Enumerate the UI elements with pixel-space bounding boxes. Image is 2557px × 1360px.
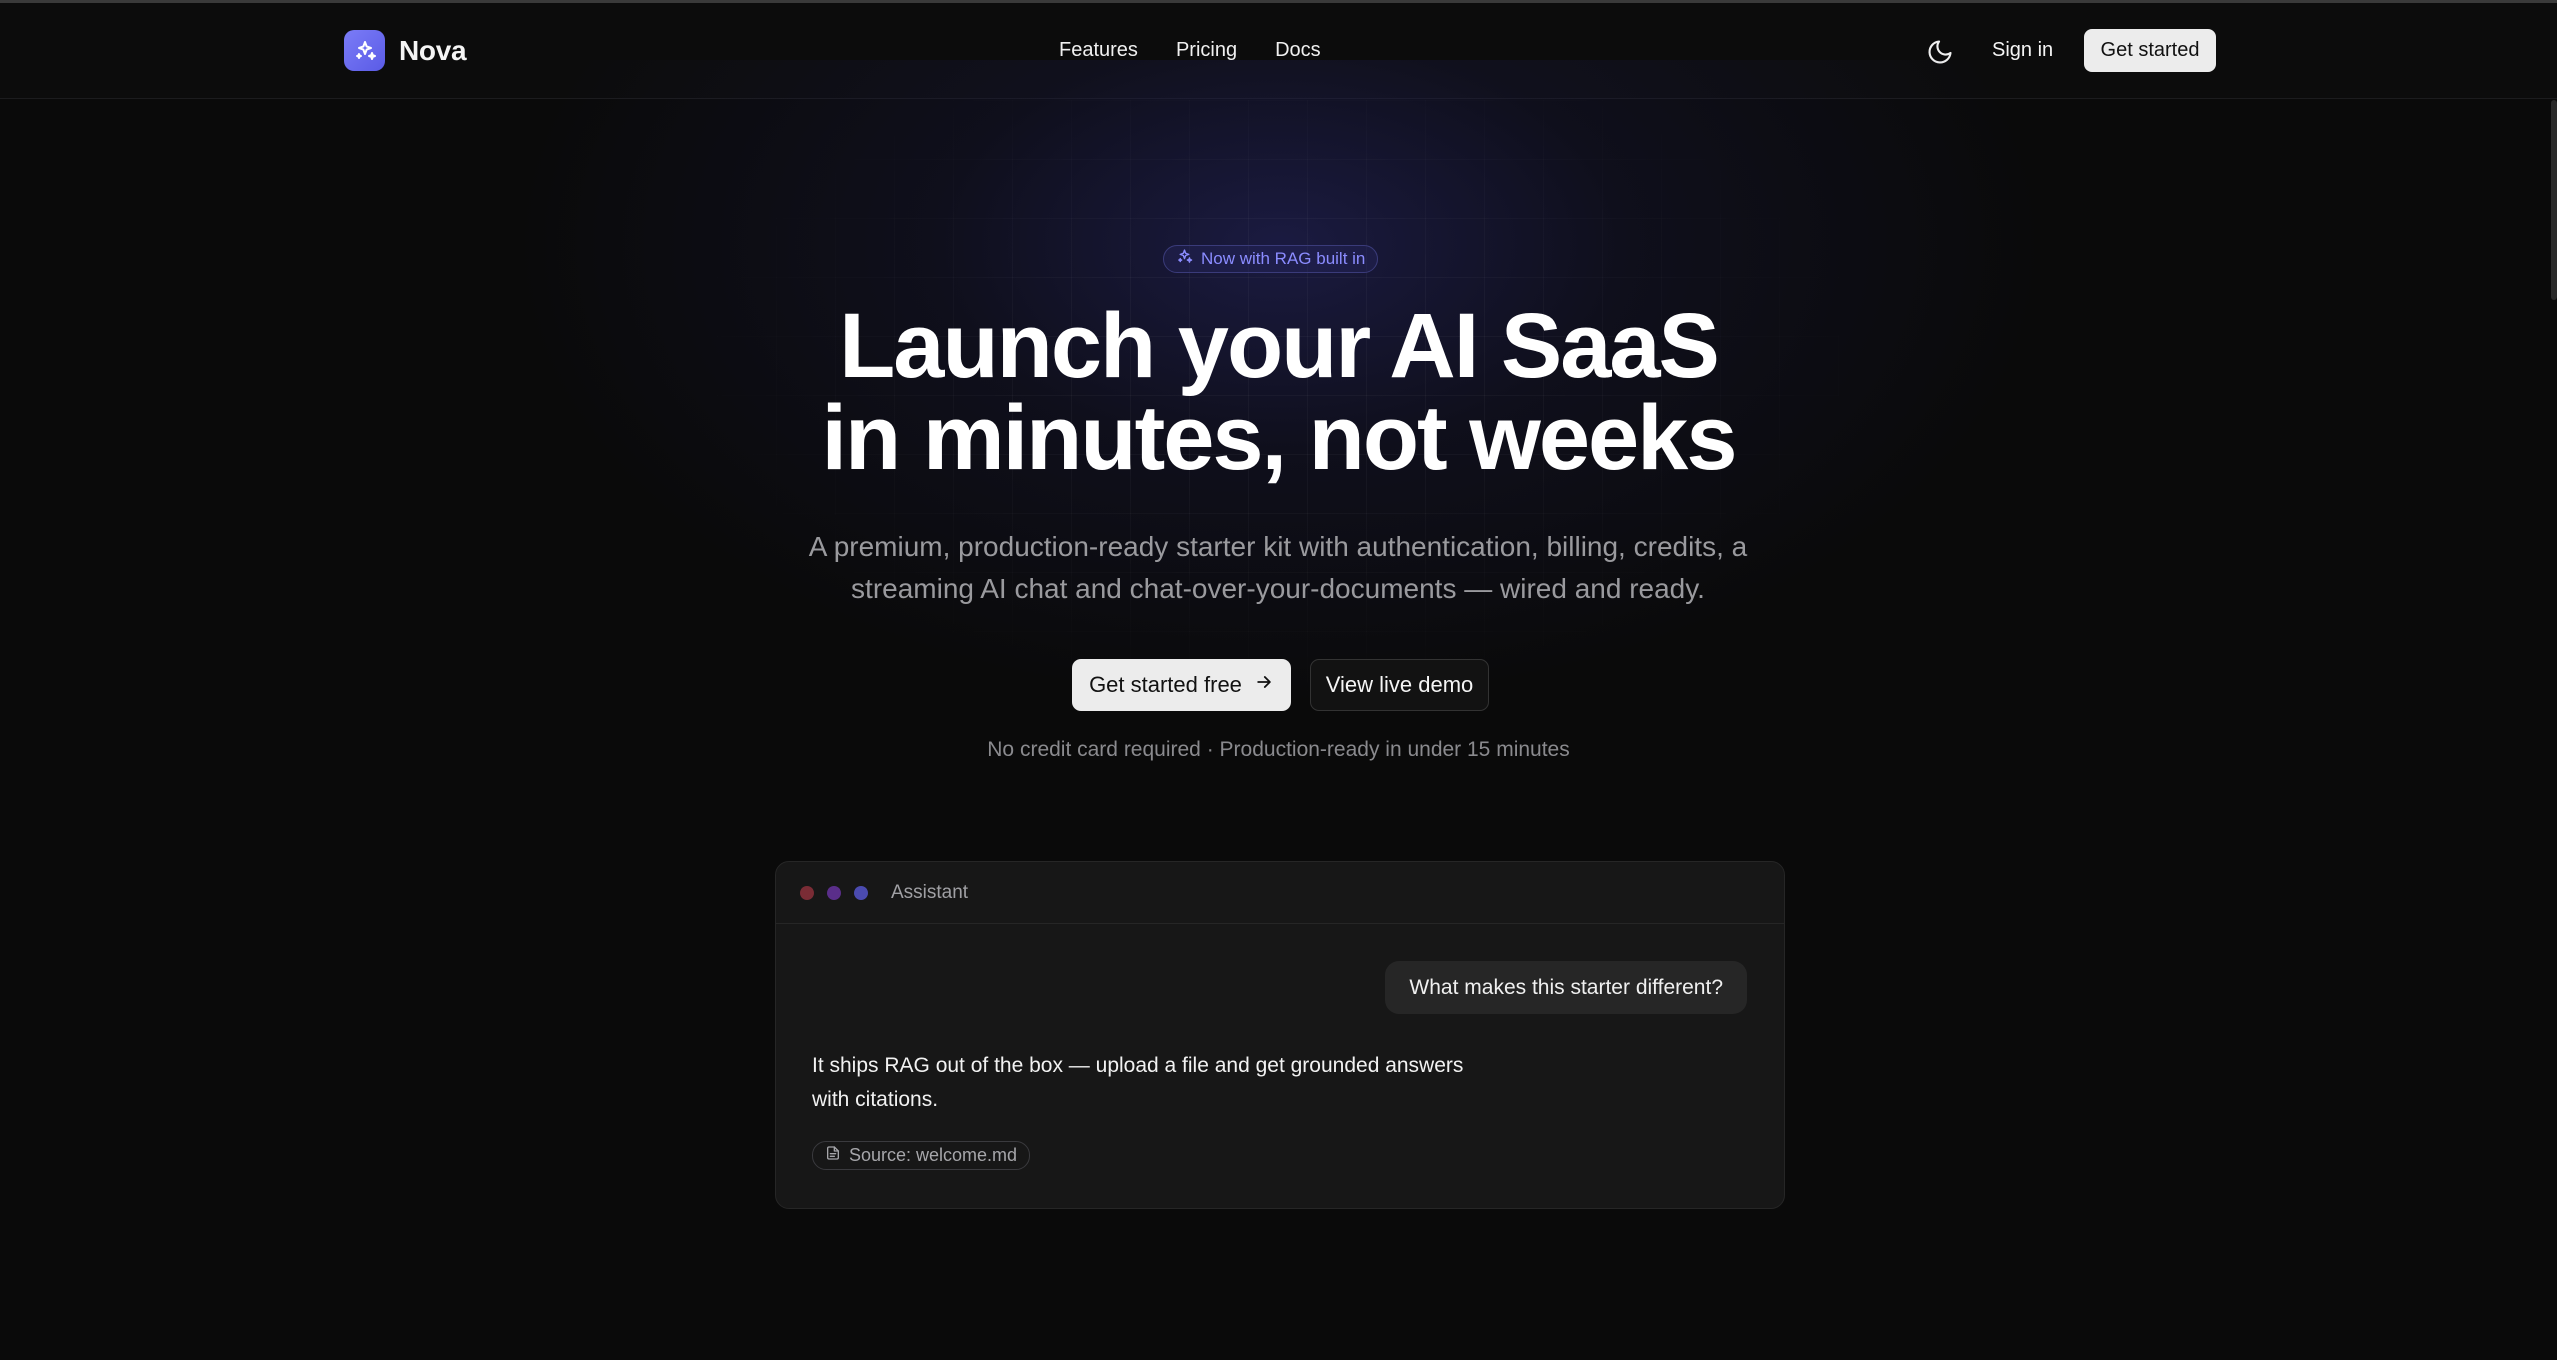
hero-cta-row: Get started free View live demo	[1072, 659, 1489, 711]
subtitle-line-1: A premium, production-ready starter kit …	[808, 531, 1748, 562]
chat-card-header: Assistant	[776, 862, 1784, 924]
headline-line-2: in minutes, not weeks	[821, 387, 1738, 489]
chat-preview-card: Assistant What makes this starter differ…	[775, 861, 1785, 1209]
get-started-button[interactable]: Get started	[2084, 29, 2216, 72]
landing-page: Nova Features Pricing Docs Sign in Get s…	[0, 0, 2557, 1360]
brand-logo[interactable]: Nova	[344, 30, 467, 71]
window-dot-indigo	[854, 885, 868, 900]
get-started-free-button[interactable]: Get started free	[1072, 659, 1291, 711]
hero-note: No credit card required · Production-rea…	[987, 738, 1570, 761]
user-message: What makes this starter different?	[1385, 961, 1747, 1014]
nav-pricing[interactable]: Pricing	[1176, 39, 1237, 62]
main-nav: Features Pricing Docs	[1059, 39, 1321, 62]
assistant-line-2: with citations.	[812, 1088, 939, 1111]
assistant-line-1: It ships RAG out of the box — upload a f…	[812, 1054, 1464, 1077]
file-icon	[825, 1145, 841, 1166]
arrow-right-icon	[1254, 672, 1274, 698]
page-scrollbar[interactable]	[2551, 100, 2557, 300]
hero-subtitle: A premium, production-ready starter kit …	[778, 526, 1778, 610]
subtitle-line-2: streaming AI chat and chat-over-your-doc…	[851, 573, 1705, 604]
badge-label: Now with RAG built in	[1201, 249, 1366, 268]
get-started-free-label: Get started free	[1089, 672, 1242, 697]
headline-line-1: Launch your AI SaaS	[839, 295, 1720, 397]
assistant-message: It ships RAG out of the box — upload a f…	[812, 1049, 1512, 1117]
source-label: Source: welcome.md	[849, 1145, 1018, 1165]
nav-docs[interactable]: Docs	[1275, 39, 1321, 62]
view-live-demo-button[interactable]: View live demo	[1310, 659, 1489, 711]
hero-headline: Launch your AI SaaS in minutes, not week…	[0, 300, 2557, 484]
chat-card-title: Assistant	[891, 881, 969, 903]
window-dot-purple	[827, 885, 841, 900]
brand-name: Nova	[399, 34, 467, 66]
source-citation[interactable]: Source: welcome.md	[812, 1141, 1031, 1170]
window-dot-red	[800, 885, 814, 900]
sparkles-icon	[1176, 248, 1193, 270]
nav-features[interactable]: Features	[1059, 39, 1138, 62]
sign-in-link[interactable]: Sign in	[1992, 39, 2053, 62]
sparkles-icon	[344, 30, 385, 71]
announcement-badge: Now with RAG built in	[1163, 245, 1379, 273]
